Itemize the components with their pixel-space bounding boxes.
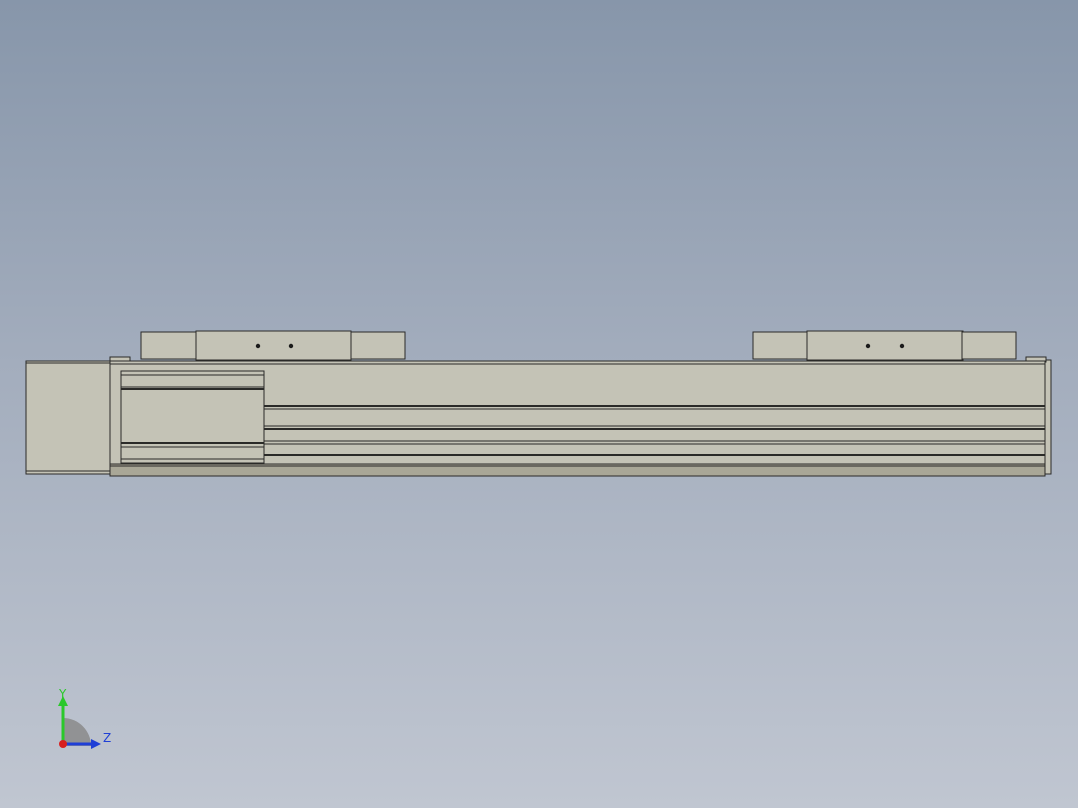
y-axis-label: Y [58,687,67,701]
carriage-right-pad-right[interactable] [961,331,1017,360]
carriage-right-pad-left[interactable] [752,331,809,360]
motor-housing[interactable] [25,360,112,475]
carriage-left-body[interactable] [195,330,352,361]
carriage-left-pad-left[interactable] [140,331,198,360]
cad-graphics-viewport[interactable]: Y Z [0,0,1078,808]
mounting-hole [255,343,261,349]
mounting-hole [865,343,871,349]
linear-actuator-model[interactable] [0,0,1078,808]
carriage-left-pad-right[interactable] [350,331,406,360]
z-axis-arrow-icon [91,739,101,749]
mounting-hole [899,343,905,349]
mounting-hole [288,343,294,349]
z-axis-label: Z [103,731,111,745]
end-block[interactable] [120,370,265,464]
x-axis-origin-icon [59,740,67,748]
orientation-triad: Y Z [58,687,111,749]
carriage-right-body[interactable] [806,330,964,361]
